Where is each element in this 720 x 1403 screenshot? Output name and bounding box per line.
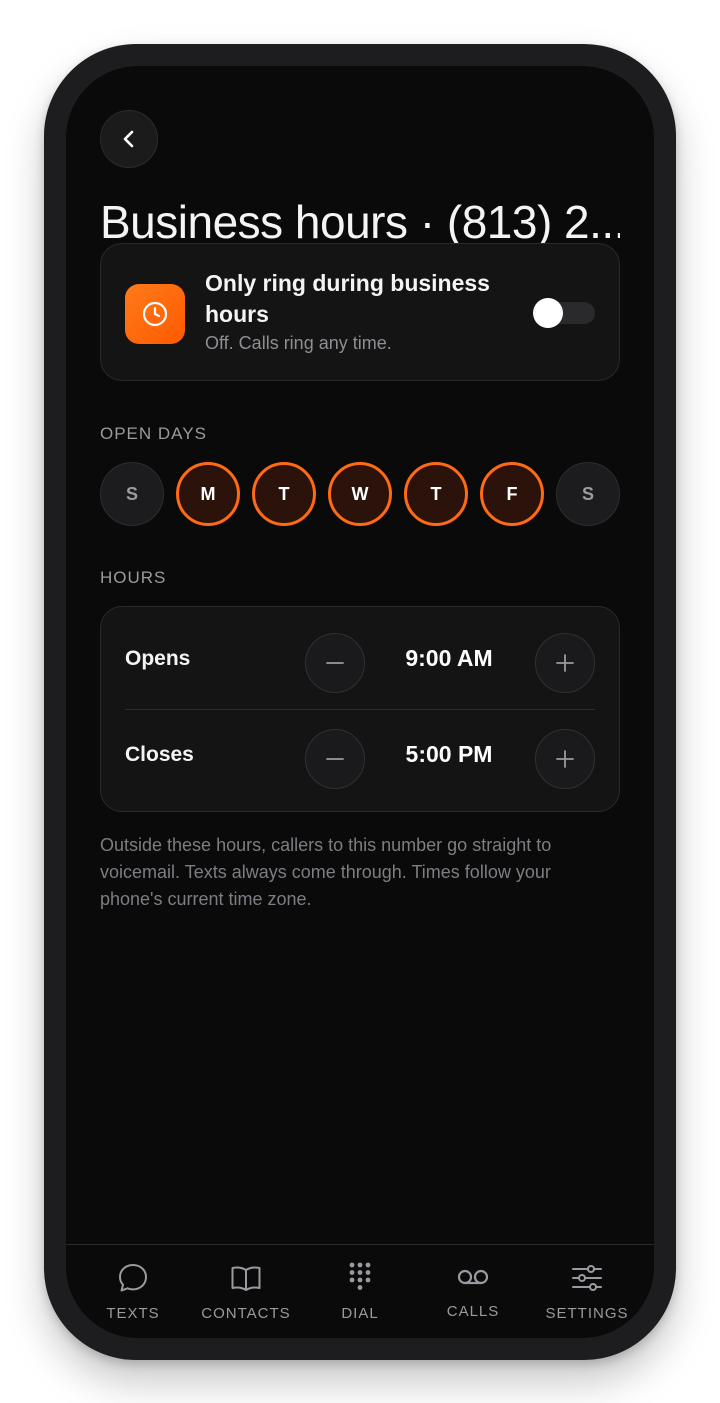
plus-icon	[556, 750, 574, 768]
tab-dial-label: DIAL	[341, 1305, 379, 1322]
page-title: Business hours · (813) 2...	[100, 196, 620, 248]
day-monday[interactable]: M	[176, 462, 240, 526]
clock-icon	[142, 301, 168, 327]
closes-decrement-button[interactable]	[305, 729, 365, 789]
day-tuesday[interactable]: T	[252, 462, 316, 526]
day-sunday[interactable]: S	[100, 462, 164, 526]
open-days-row: S M T W T F S	[100, 462, 620, 526]
closes-label: Closes	[125, 743, 194, 766]
closes-time: 5:00 PM	[405, 741, 493, 767]
clock-icon-tile	[125, 284, 185, 344]
sliders-icon	[572, 1265, 602, 1291]
ring-toggle-card: Only ring during business hours Off. Cal…	[100, 243, 620, 381]
hours-label: HOURS	[100, 568, 167, 587]
tab-bar: TEXTS CONTACTS DIAL CALLS SETTINGS	[66, 1244, 654, 1338]
voicemail-icon	[457, 1269, 489, 1285]
plus-icon	[556, 654, 574, 672]
day-wednesday[interactable]: W	[328, 462, 392, 526]
opens-label: Opens	[125, 647, 191, 670]
ring-toggle-title: Only ring during business hours	[205, 270, 490, 327]
switch-knob	[533, 298, 563, 328]
day-thursday[interactable]: T	[404, 462, 468, 526]
screen: Business hours · (813) 2... Only ring du…	[66, 66, 654, 1338]
open-days-label: OPEN DAYS	[100, 424, 207, 443]
opens-decrement-button[interactable]	[305, 633, 365, 693]
opens-row: Opens 9:00 AM	[101, 613, 619, 709]
day-saturday[interactable]: S	[556, 462, 620, 526]
back-button[interactable]	[100, 110, 158, 168]
closes-increment-button[interactable]	[535, 729, 595, 789]
dialpad-icon	[349, 1262, 371, 1290]
opens-time: 9:00 AM	[405, 645, 493, 671]
chat-bubble-icon	[119, 1264, 147, 1292]
tab-contacts-label: CONTACTS	[201, 1305, 291, 1322]
opens-increment-button[interactable]	[535, 633, 595, 693]
tab-settings[interactable]: SETTINGS	[532, 1245, 642, 1338]
tab-texts[interactable]: TEXTS	[78, 1245, 188, 1338]
tab-calls[interactable]: CALLS	[418, 1245, 528, 1338]
hours-note: Outside these hours, callers to this num…	[100, 835, 552, 909]
book-icon	[231, 1266, 261, 1291]
tab-texts-label: TEXTS	[106, 1305, 160, 1322]
minus-icon	[326, 662, 344, 664]
tab-settings-label: SETTINGS	[545, 1305, 629, 1322]
hours-card: Opens 9:00 AM Closes 5:00 PM	[100, 606, 620, 812]
day-friday[interactable]: F	[480, 462, 544, 526]
closes-row: Closes 5:00 PM	[101, 709, 619, 805]
tab-dial[interactable]: DIAL	[305, 1245, 415, 1338]
phone-frame: Business hours · (813) 2... Only ring du…	[44, 44, 676, 1360]
tab-calls-label: CALLS	[446, 1303, 500, 1320]
chevron-left-icon	[123, 130, 134, 148]
tab-contacts[interactable]: CONTACTS	[191, 1245, 301, 1338]
ring-toggle-subtitle: Off. Calls ring any time.	[205, 333, 392, 353]
minus-icon	[326, 758, 344, 760]
ring-toggle-switch[interactable]	[533, 298, 595, 328]
